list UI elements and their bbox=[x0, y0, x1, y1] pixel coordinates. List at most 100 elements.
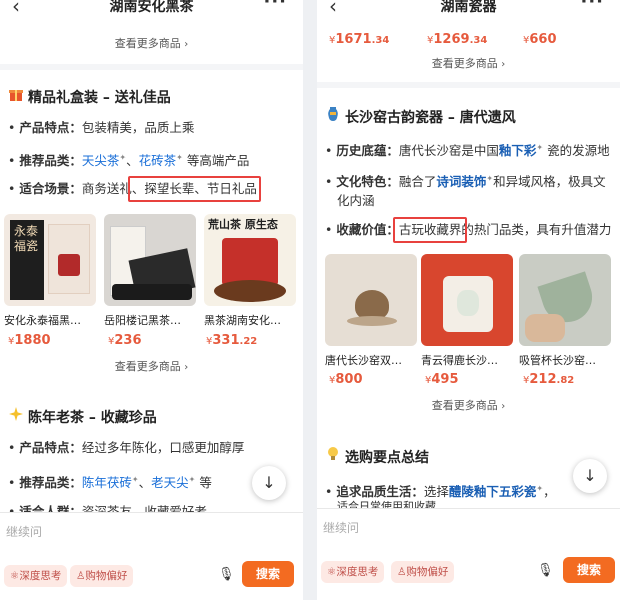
product-image-label: 永泰福瓷 bbox=[14, 224, 39, 253]
chip-label: 购物偏好 bbox=[406, 566, 449, 578]
product-card[interactable]: 青云得鹿长沙… bbox=[421, 254, 513, 368]
bullet-value: 经过多年陈化，口感更加醇厚 bbox=[81, 440, 245, 455]
section-title: 选购要点总结 bbox=[325, 446, 429, 467]
shopping-preference-chip[interactable]: ♙购物偏好 bbox=[70, 565, 134, 587]
view-more-products-link[interactable]: 查看更多商品 › bbox=[317, 397, 620, 413]
section-title-text: 陈年老茶 – 收藏珍品 bbox=[28, 410, 157, 426]
view-more-products-link[interactable]: 查看更多商品 › bbox=[0, 35, 303, 51]
chat-input-box[interactable]: 继续问 ⚛深度思考 ♙购物偏好 🎙 搜索 bbox=[0, 512, 303, 600]
product-name: 唐代长沙窑双… bbox=[325, 354, 402, 367]
product-price: ¥212.82 bbox=[523, 372, 575, 387]
product-price: ¥660 bbox=[523, 32, 557, 47]
section-title: 长沙窑古韵瓷器 – 唐代遗风 bbox=[325, 106, 516, 127]
product-link[interactable]: 花砖茶 bbox=[139, 153, 177, 168]
section-title-text: 精品礼盒装 – 送礼佳品 bbox=[28, 90, 171, 106]
scroll-down-button[interactable]: ↓ bbox=[252, 466, 286, 500]
product-link[interactable]: 釉下彩 bbox=[499, 143, 537, 158]
product-link[interactable]: 老天尖 bbox=[151, 475, 189, 490]
product-image bbox=[421, 254, 513, 346]
bullet-culture-line2: 化内涵 bbox=[337, 193, 375, 208]
product-link[interactable]: 陈年茯砖 bbox=[82, 475, 132, 490]
sparkle-icon: ✦ bbox=[176, 153, 183, 162]
product-price: ¥331.22 bbox=[206, 333, 258, 348]
chevron-right-icon: › bbox=[501, 59, 506, 70]
product-image bbox=[519, 254, 611, 346]
chevron-right-icon: › bbox=[184, 362, 189, 373]
atom-icon: ⚛ bbox=[10, 570, 20, 582]
product-image bbox=[325, 254, 417, 346]
screen: ‹ 湖南安化黑茶 ··· 查看更多商品 › 精品礼盒装 – 送礼佳品 • 产品特… bbox=[0, 0, 620, 600]
product-card[interactable]: 岳阳楼记黑茶… bbox=[104, 214, 196, 328]
bullet-key: 收藏价值： bbox=[336, 222, 399, 237]
chat-input-box[interactable]: 继续问 ⚛深度思考 ♙购物偏好 🎙 搜索 bbox=[317, 508, 620, 600]
view-more-label: 查看更多商品 bbox=[431, 399, 498, 412]
microphone-icon[interactable]: 🎙 bbox=[537, 563, 554, 578]
sparkle-icon: ✦ bbox=[536, 143, 544, 152]
chat-input-placeholder[interactable]: 继续问 bbox=[6, 523, 42, 540]
chevron-right-icon: › bbox=[184, 39, 189, 50]
bullet-history: • 历史底蕴：唐代长沙窑是中国釉下彩✦ 瓷的发源地 bbox=[325, 143, 610, 159]
bullet-key: 适合场景： bbox=[19, 181, 82, 196]
user-icon: ♙ bbox=[76, 570, 86, 582]
product-card[interactable]: 荒山茶 原生态 黑茶湖南安化… bbox=[204, 214, 296, 328]
product-image: 荒山茶 原生态 bbox=[204, 214, 296, 306]
separator: 、 bbox=[138, 475, 152, 491]
atom-icon: ⚛ bbox=[327, 566, 337, 578]
bullet-features: • 产品特点：包装精美，品质上乘 bbox=[8, 120, 195, 135]
chevron-right-icon: › bbox=[501, 401, 506, 412]
product-card[interactable]: 永泰福瓷 安化永泰福黑… bbox=[4, 214, 96, 328]
bullet-collection: • 收藏价值：古玩收藏界的热门品类，具有升值潜力 bbox=[325, 222, 612, 237]
view-more-label: 查看更多商品 bbox=[431, 57, 498, 70]
product-image: 永泰福瓷 bbox=[4, 214, 96, 306]
product-price: ¥800 bbox=[329, 372, 363, 387]
sparkle-icon bbox=[8, 406, 24, 426]
deep-think-chip[interactable]: ⚛深度思考 bbox=[4, 565, 68, 587]
search-button[interactable]: 搜索 bbox=[563, 557, 615, 583]
microphone-icon[interactable]: 🎙 bbox=[218, 567, 235, 582]
more-options-icon[interactable]: ··· bbox=[263, 0, 287, 12]
product-price: ¥1671.34 bbox=[329, 32, 390, 47]
product-card[interactable]: 唐代长沙窑双… bbox=[325, 254, 417, 368]
chip-label: 购物偏好 bbox=[85, 570, 128, 582]
bullet-tail: 等高端产品 bbox=[186, 153, 250, 169]
chat-input-placeholder[interactable]: 继续问 bbox=[323, 519, 359, 536]
bullet-tail: 等 bbox=[199, 475, 212, 491]
product-price: ¥1269.34 bbox=[427, 32, 488, 47]
red-highlight-box bbox=[393, 217, 467, 243]
bullet-key: 推荐品类： bbox=[19, 153, 82, 169]
product-link[interactable]: 天尖茶 bbox=[82, 153, 120, 168]
search-button[interactable]: 搜索 bbox=[242, 561, 294, 587]
header-bar: ‹ 湖南安化黑茶 ··· bbox=[0, 0, 303, 18]
more-options-icon[interactable]: ··· bbox=[580, 0, 604, 12]
product-name: 吸管杯长沙窑… bbox=[519, 354, 596, 367]
bullet-key: 推荐品类： bbox=[19, 475, 82, 491]
arrow-down-icon: ↓ bbox=[262, 473, 276, 492]
bullet-key: 产品特点： bbox=[19, 440, 82, 455]
view-more-products-link[interactable]: 查看更多商品 › bbox=[317, 55, 620, 71]
left-phone-screen: ‹ 湖南安化黑茶 ··· 查看更多商品 › 精品礼盒装 – 送礼佳品 • 产品特… bbox=[0, 0, 303, 600]
chip-label: 深度思考 bbox=[19, 570, 62, 582]
chip-label: 深度思考 bbox=[336, 566, 379, 578]
view-more-products-link[interactable]: 查看更多商品 › bbox=[0, 358, 303, 374]
red-highlight-box bbox=[128, 176, 261, 202]
bullet-key: 历史底蕴： bbox=[336, 143, 399, 159]
bulb-icon bbox=[325, 446, 341, 466]
view-more-label: 查看更多商品 bbox=[114, 360, 181, 373]
bullet-pre: 唐代长沙窑是中国 bbox=[398, 143, 499, 159]
divider bbox=[317, 82, 620, 88]
view-more-label: 查看更多商品 bbox=[114, 37, 181, 50]
product-price: ¥495 bbox=[425, 372, 459, 387]
bullet-features: • 产品特点：经过多年陈化，口感更加醇厚 bbox=[8, 440, 245, 455]
page-title: 湖南瓷器 bbox=[440, 0, 497, 15]
product-card[interactable]: 吸管杯长沙窑… bbox=[519, 254, 611, 368]
product-link[interactable]: 诗词装饰 bbox=[436, 174, 486, 189]
sparkle-icon: ✦ bbox=[131, 475, 139, 484]
shopping-preference-chip[interactable]: ♙购物偏好 bbox=[391, 561, 455, 583]
scroll-down-button[interactable]: ↓ bbox=[573, 459, 607, 493]
separator: 、 bbox=[126, 153, 139, 169]
page-title: 湖南安化黑茶 bbox=[109, 0, 194, 15]
product-name: 黑茶湖南安化… bbox=[204, 314, 281, 327]
bullet-tail: 瓷的发源地 bbox=[547, 143, 610, 159]
bullet-key: 文化特色： bbox=[336, 174, 399, 190]
deep-think-chip[interactable]: ⚛深度思考 bbox=[321, 561, 385, 583]
